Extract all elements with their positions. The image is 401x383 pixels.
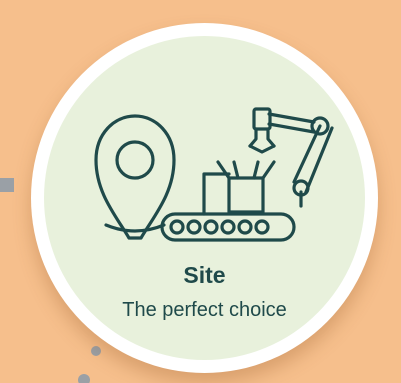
location-pin-icon [94,114,176,240]
site-card-inner: Site The perfect choice [44,36,365,360]
conveyor-robot-arm-icon [160,107,334,242]
card-title: Site [183,262,226,288]
decor-dot [78,374,90,383]
card-subtitle: The perfect choice [122,299,287,321]
site-illustration [94,107,334,242]
site-card: Site The perfect choice [31,23,378,373]
decor-bar [0,178,14,192]
decor-dot [91,346,101,356]
